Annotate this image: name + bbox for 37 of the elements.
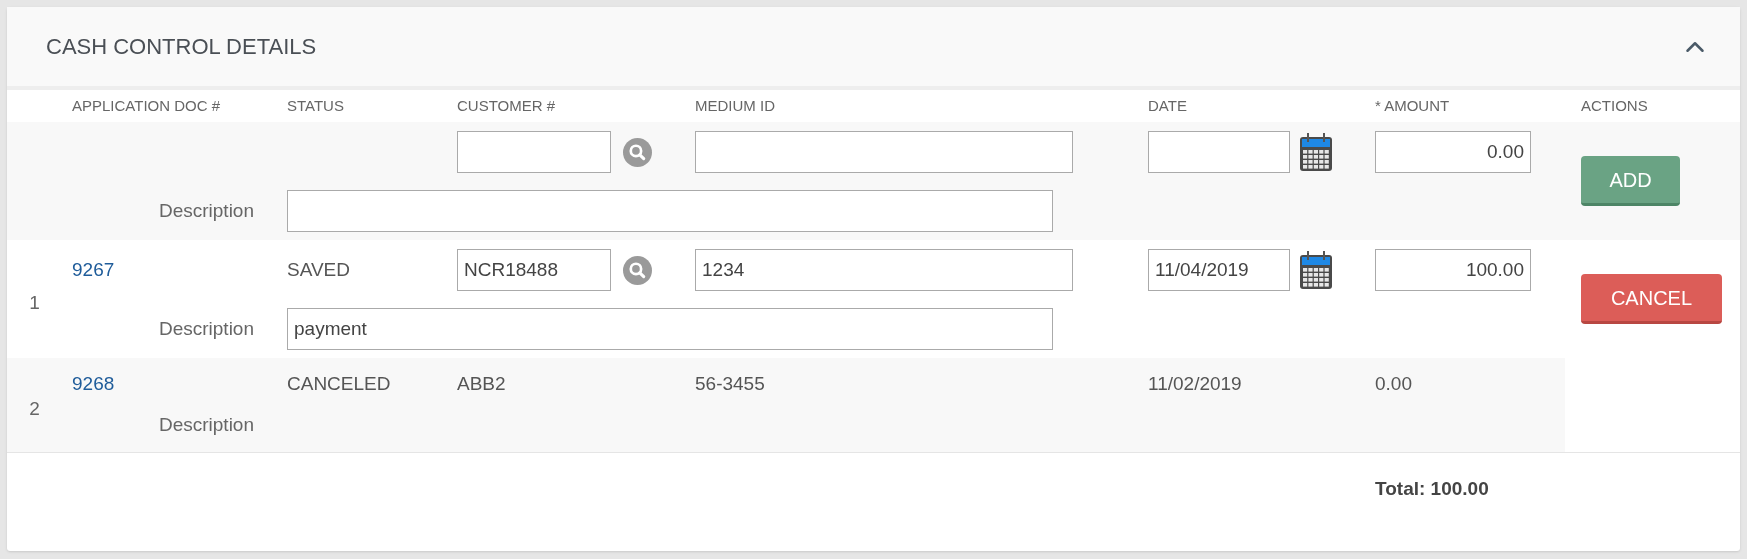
column-header: APPLICATION DOC # [72,97,221,114]
description-label: Description [158,317,254,339]
column-header: CUSTOMER # [457,97,556,114]
search-icon[interactable] [623,137,652,167]
status-text: SAVED [287,258,350,280]
document-link[interactable]: 9268 [72,372,115,394]
calendar-icon[interactable] [1299,250,1333,290]
calendar-icon[interactable] [1299,132,1333,172]
column-header: MEDIUM ID [695,97,775,114]
description-label: Description [158,199,254,221]
column-header: STATUS [287,97,344,114]
column-header: * AMOUNT [1375,97,1450,114]
cancel-button[interactable]: CANCEL [1581,274,1722,324]
amount-field[interactable]: 100.00 [1375,249,1531,291]
document-link[interactable]: 9267 [72,258,115,280]
total-text: Total: 100.00 [1375,477,1489,501]
column-header: DATE [1148,97,1187,114]
description-field[interactable]: payment [287,308,1053,350]
customer-field[interactable]: NCR18488 [457,249,611,291]
medium-id-field[interactable]: 1234 [695,249,1073,291]
medium-id-text: 56-3455 [695,372,765,394]
column-header: ACTIONS [1581,97,1648,114]
customer-field[interactable] [457,131,611,173]
status-text: CANCELED [287,372,391,394]
description-field[interactable] [287,190,1053,232]
panel-title: CASH CONTROL DETAILS [46,33,317,61]
row-number: 1 [29,290,40,315]
date-field[interactable] [1148,131,1290,173]
date-text: 11/02/2019 [1148,371,1242,396]
description-label: Description [158,413,254,435]
date-field[interactable]: 11/04/2019 [1148,249,1290,291]
row-number: 2 [29,396,40,421]
amount-field[interactable]: 0.00 [1375,131,1531,173]
customer-text: ABB2 [457,371,506,396]
search-icon[interactable] [623,255,652,285]
medium-id-field[interactable] [695,131,1073,173]
amount-text: 0.00 [1375,372,1412,394]
